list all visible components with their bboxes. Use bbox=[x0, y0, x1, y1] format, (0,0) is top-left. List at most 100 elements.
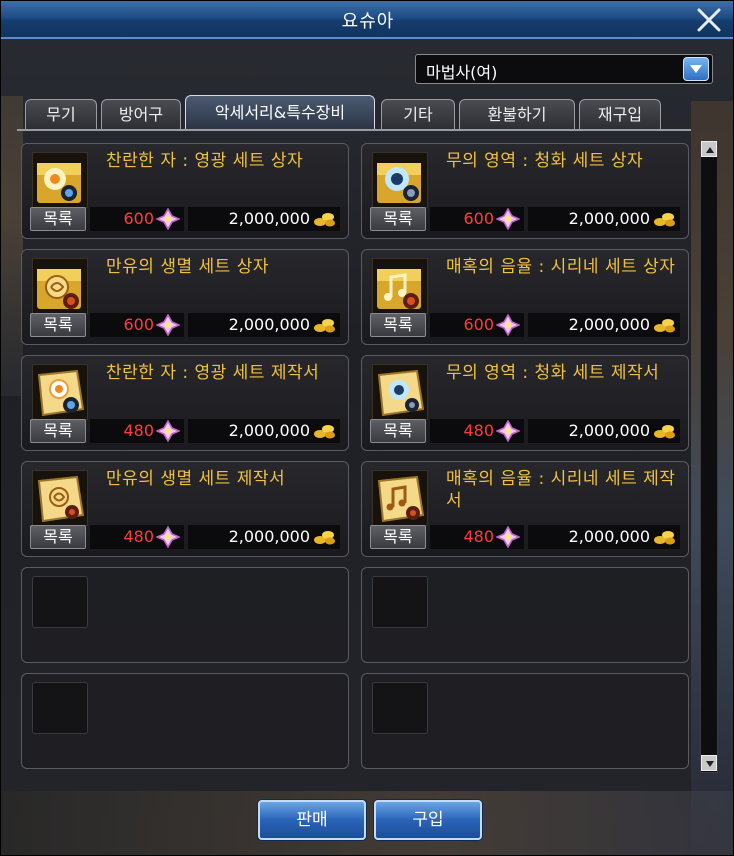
item-name: 찬란한 자 : 영광 세트 제작서 bbox=[106, 363, 320, 383]
gold-price: 2,000,000 bbox=[188, 419, 340, 443]
empty-item-card bbox=[361, 673, 689, 769]
music-scroll-icon bbox=[372, 470, 428, 526]
empty-slot bbox=[32, 682, 88, 734]
close-icon[interactable] bbox=[693, 5, 725, 35]
swirl-scroll-icon bbox=[32, 470, 88, 526]
item-card[interactable]: 무의 영역 : 청화 세트 제작서 목록 480 2,000,000 bbox=[361, 355, 689, 451]
gold-value: 2,000,000 bbox=[568, 209, 650, 228]
item-name: 찬란한 자 : 영광 세트 상자 bbox=[106, 151, 304, 171]
item-name: 매혹의 음율 : 시리네 세트 상자 bbox=[446, 257, 676, 277]
eye-scroll-icon bbox=[372, 364, 428, 420]
gold-price: 2,000,000 bbox=[528, 313, 680, 337]
list-button[interactable]: 목록 bbox=[30, 525, 86, 549]
point-value: 600 bbox=[463, 315, 494, 334]
scrollbar[interactable] bbox=[700, 141, 718, 773]
point-icon bbox=[156, 420, 180, 442]
gold-icon bbox=[314, 531, 335, 545]
gold-icon bbox=[654, 425, 675, 439]
list-button[interactable]: 목록 bbox=[30, 419, 86, 443]
shop-window: 요슈아 마법사(여) 무기 방어구 악세서리&특수장비 기타 환불하기 재구입 bbox=[0, 0, 734, 856]
gold-value: 2,000,000 bbox=[568, 527, 650, 546]
scroll-down-icon[interactable] bbox=[701, 755, 717, 771]
gold-price: 2,000,000 bbox=[528, 207, 680, 231]
point-icon bbox=[156, 526, 180, 548]
tab-accessory[interactable]: 악세서리&특수장비 bbox=[185, 95, 375, 130]
empty-item-card bbox=[21, 673, 349, 769]
gold-icon bbox=[314, 425, 335, 439]
gold-value: 2,000,000 bbox=[568, 421, 650, 440]
point-value: 480 bbox=[463, 421, 494, 440]
tab-armor[interactable]: 방어구 bbox=[101, 99, 181, 130]
point-icon bbox=[156, 208, 180, 230]
point-value: 480 bbox=[463, 527, 494, 546]
item-card[interactable]: 매혹의 음율 : 시리네 세트 제작서 목록 480 2,000,000 bbox=[361, 461, 689, 557]
list-button[interactable]: 목록 bbox=[370, 313, 426, 337]
music-box-icon bbox=[372, 258, 428, 314]
chevron-down-icon[interactable] bbox=[683, 57, 709, 81]
gold-price: 2,000,000 bbox=[188, 525, 340, 549]
gold-value: 2,000,000 bbox=[568, 315, 650, 334]
gold-icon bbox=[654, 213, 675, 227]
point-icon bbox=[496, 314, 520, 336]
point-price: 600 bbox=[90, 313, 184, 337]
gold-icon bbox=[654, 319, 675, 333]
gold-icon bbox=[314, 319, 335, 333]
item-card[interactable]: 무의 영역 : 청화 세트 상자 목록 600 2,000,000 bbox=[361, 143, 689, 239]
gold-price: 2,000,000 bbox=[528, 419, 680, 443]
item-name: 무의 영역 : 청화 세트 제작서 bbox=[446, 363, 660, 383]
list-button[interactable]: 목록 bbox=[370, 207, 426, 231]
scroll-up-icon[interactable] bbox=[701, 141, 717, 157]
class-select-value: 마법사(여) bbox=[426, 63, 498, 82]
point-value: 480 bbox=[123, 527, 154, 546]
eye-box-icon bbox=[372, 152, 428, 208]
item-name: 무의 영역 : 청화 세트 상자 bbox=[446, 151, 644, 171]
item-name: 만유의 생멸 세트 제작서 bbox=[106, 469, 286, 489]
buy-button[interactable]: 구입 bbox=[374, 800, 482, 840]
tab-etc[interactable]: 기타 bbox=[381, 99, 455, 130]
gold-price: 2,000,000 bbox=[188, 313, 340, 337]
point-value: 480 bbox=[123, 421, 154, 440]
item-card[interactable]: 매혹의 음율 : 시리네 세트 상자 목록 600 2,000,000 bbox=[361, 249, 689, 345]
list-button[interactable]: 목록 bbox=[370, 419, 426, 443]
game-background-left bbox=[1, 96, 23, 396]
sell-button[interactable]: 판매 bbox=[258, 800, 366, 840]
empty-slot bbox=[32, 576, 88, 628]
gold-value: 2,000,000 bbox=[228, 527, 310, 546]
item-card[interactable]: 찬란한 자 : 영광 세트 제작서 목록 480 2,000,000 bbox=[21, 355, 349, 451]
gold-icon bbox=[654, 531, 675, 545]
title-bar[interactable]: 요슈아 bbox=[1, 1, 733, 39]
sun-box-icon bbox=[32, 152, 88, 208]
game-background-bottom bbox=[1, 791, 733, 855]
point-icon bbox=[496, 420, 520, 442]
gold-price: 2,000,000 bbox=[528, 525, 680, 549]
list-button[interactable]: 목록 bbox=[370, 525, 426, 549]
tab-divider bbox=[17, 129, 691, 131]
tab-weapon[interactable]: 무기 bbox=[25, 99, 97, 130]
empty-slot bbox=[372, 576, 428, 628]
point-icon bbox=[496, 208, 520, 230]
sun-scroll-icon bbox=[32, 364, 88, 420]
point-price: 480 bbox=[90, 525, 184, 549]
point-price: 600 bbox=[430, 207, 524, 231]
item-card[interactable]: 만유의 생멸 세트 상자 목록 600 2,000,000 bbox=[21, 249, 349, 345]
point-value: 600 bbox=[123, 315, 154, 334]
empty-slot bbox=[372, 682, 428, 734]
point-price: 480 bbox=[430, 419, 524, 443]
point-price: 480 bbox=[430, 525, 524, 549]
gold-value: 2,000,000 bbox=[228, 315, 310, 334]
gold-icon bbox=[314, 213, 335, 227]
item-card[interactable]: 찬란한 자 : 영광 세트 상자 목록 600 2,000,000 bbox=[21, 143, 349, 239]
item-card[interactable]: 만유의 생멸 세트 제작서 목록 480 2,000,000 bbox=[21, 461, 349, 557]
point-price: 480 bbox=[90, 419, 184, 443]
point-price: 600 bbox=[430, 313, 524, 337]
gold-value: 2,000,000 bbox=[228, 209, 310, 228]
point-price: 600 bbox=[90, 207, 184, 231]
window-title: 요슈아 bbox=[341, 11, 395, 32]
tab-rebuy[interactable]: 재구입 bbox=[579, 99, 661, 130]
list-button[interactable]: 목록 bbox=[30, 313, 86, 337]
empty-item-card bbox=[361, 567, 689, 663]
list-button[interactable]: 목록 bbox=[30, 207, 86, 231]
point-icon bbox=[496, 526, 520, 548]
tab-refund[interactable]: 환불하기 bbox=[459, 99, 575, 130]
class-select[interactable]: 마법사(여) bbox=[415, 54, 713, 84]
